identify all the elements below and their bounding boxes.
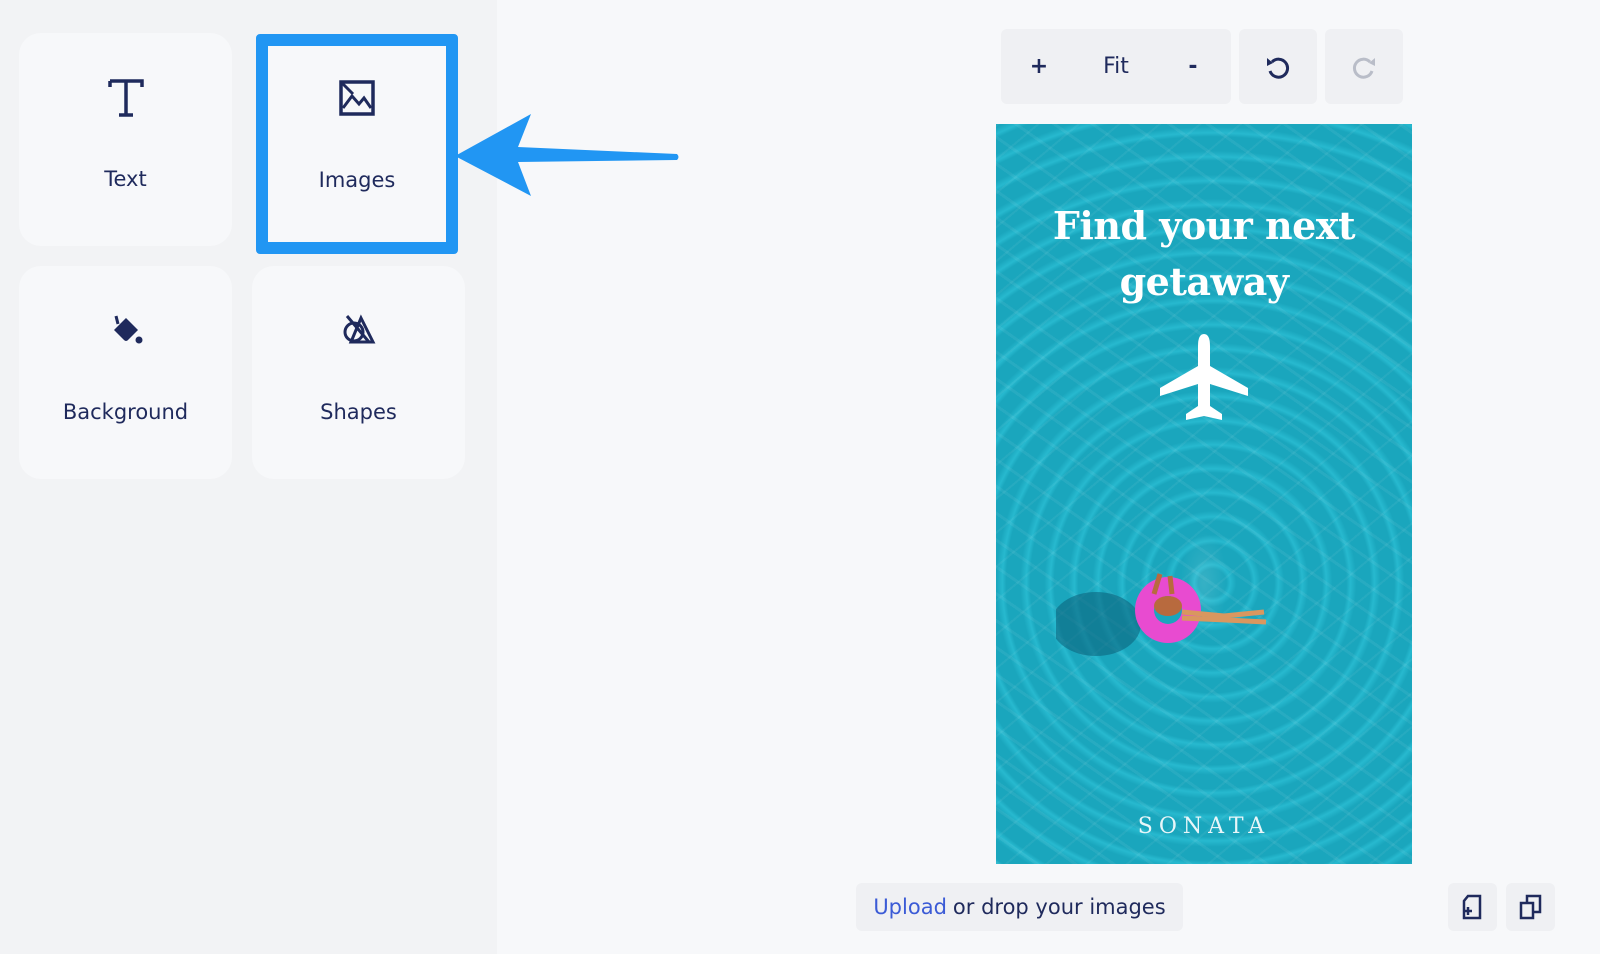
undo-group <box>1239 29 1317 104</box>
zoom-controls: + Fit - <box>1001 29 1231 104</box>
pointer-arrow-icon <box>455 114 679 196</box>
redo-button[interactable] <box>1325 29 1403 104</box>
redo-group <box>1325 29 1403 104</box>
canvas-headline[interactable]: Find your next getaway <box>996 198 1412 310</box>
text-icon <box>102 73 150 121</box>
upload-link[interactable]: Upload <box>873 895 947 919</box>
add-page-icon <box>1462 894 1481 920</box>
fit-button[interactable]: Fit <box>1077 29 1155 104</box>
duplicate-icon <box>1519 894 1541 920</box>
tile-label-text: Text <box>104 167 147 191</box>
canvas-brand-logo[interactable]: SONATA <box>996 814 1412 839</box>
airplane-icon[interactable] <box>1158 332 1250 424</box>
sidebar: Text Images Background Shapes <box>0 0 497 954</box>
design-canvas[interactable]: Find your next getaway SONATA <box>996 124 1412 864</box>
undo-icon <box>1267 57 1290 79</box>
undo-button[interactable] <box>1239 29 1317 104</box>
image-icon <box>333 74 381 122</box>
zoom-out-button[interactable]: - <box>1155 29 1231 104</box>
add-page-button[interactable] <box>1448 883 1497 931</box>
duplicate-page-button[interactable] <box>1506 883 1555 931</box>
tile-text[interactable]: Text <box>19 33 232 246</box>
tile-label-background: Background <box>62 400 189 424</box>
paint-bucket-icon <box>102 306 150 354</box>
swimmer-ring-image <box>1056 573 1267 656</box>
tile-shapes[interactable]: Shapes <box>252 266 465 479</box>
tile-images[interactable]: Images <box>256 34 458 254</box>
tile-label-shapes: Shapes <box>320 400 397 424</box>
tile-label-images: Images <box>318 168 396 192</box>
redo-icon <box>1352 57 1375 79</box>
upload-drop-zone[interactable]: Upload or drop your images <box>856 883 1183 931</box>
shapes-icon <box>335 306 383 354</box>
zoom-in-button[interactable]: + <box>1001 29 1077 104</box>
upload-hint: or drop your images <box>952 895 1166 919</box>
tile-background[interactable]: Background <box>19 266 232 479</box>
